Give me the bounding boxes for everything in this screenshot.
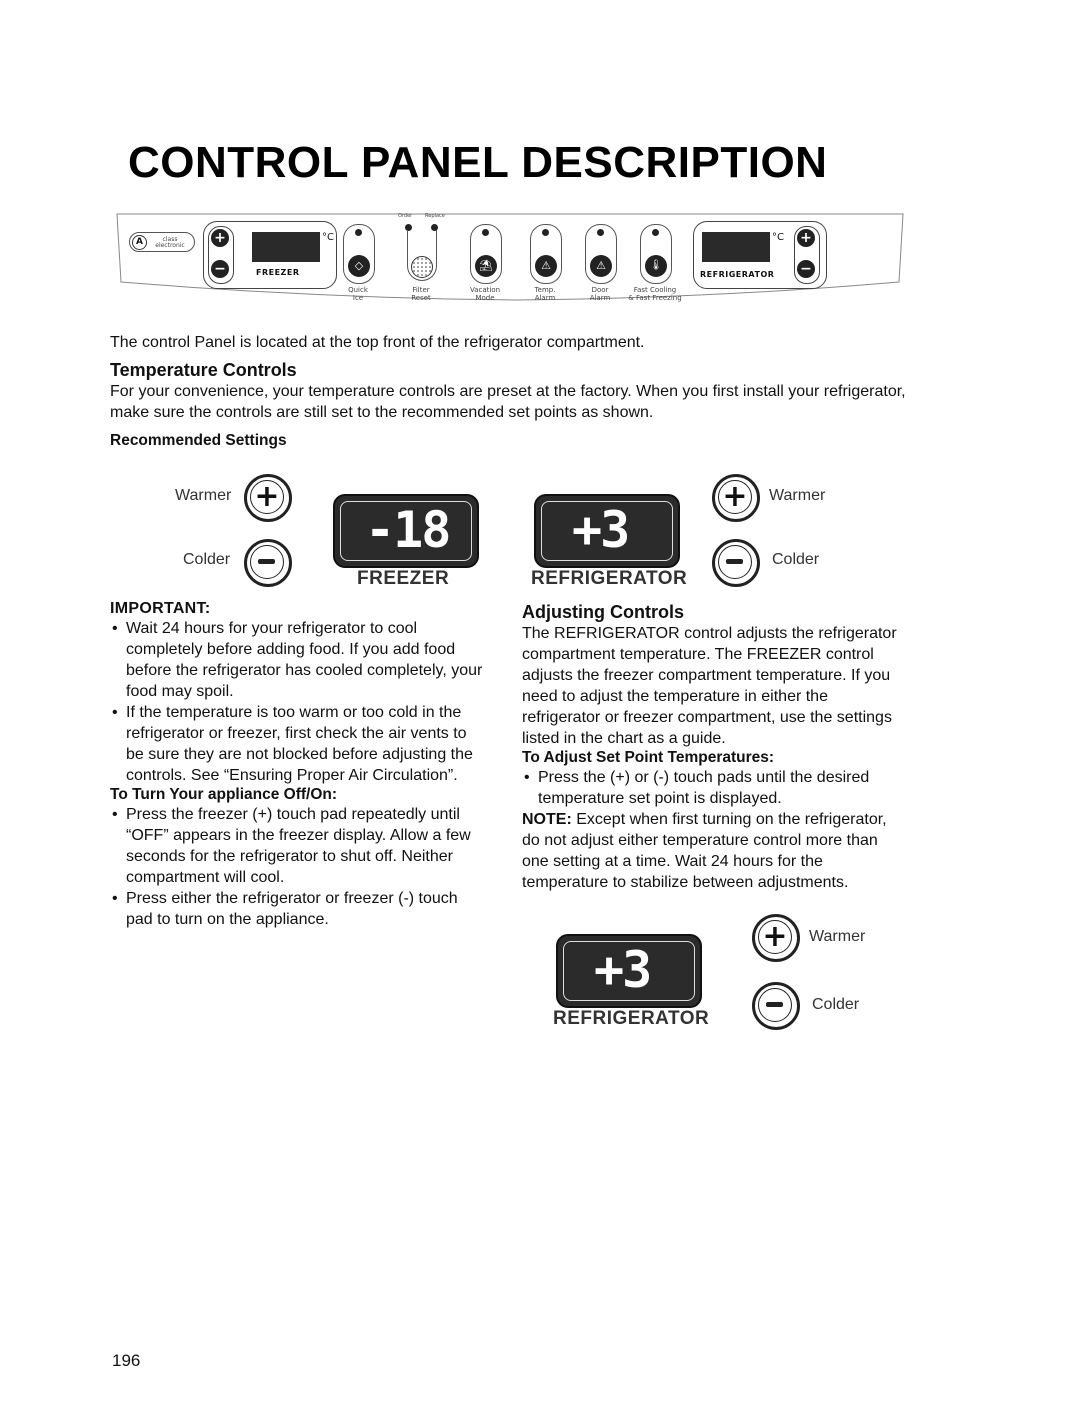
quick-ice-label: Quick Ice xyxy=(348,286,368,302)
ice-cube-icon: ◇ xyxy=(348,255,370,277)
brand-name: class electronic xyxy=(155,236,185,249)
refrigerator-example-warmer-button[interactable]: + xyxy=(752,914,800,962)
temperature-controls-text: For your convenience, your temperature c… xyxy=(110,383,906,421)
minus-icon xyxy=(250,545,284,579)
recommended-settings-heading: Recommended Settings xyxy=(110,432,287,449)
vacation-mode-label: Vacation Mode xyxy=(469,286,501,302)
refrigerator-display-label: REFRIGERATOR xyxy=(531,568,688,589)
note-text: Except when first turning on the refrige… xyxy=(522,811,887,891)
refrigerator-example-warmer-label: Warmer xyxy=(809,928,866,945)
warning-icon: ⚠ xyxy=(590,255,612,277)
freezer-temp-value: -18 xyxy=(365,501,451,559)
door-alarm-label: Door Alarm xyxy=(589,286,611,302)
freezer-minus-button[interactable]: − xyxy=(211,260,229,278)
adjusting-heading: Adjusting Controls xyxy=(522,602,684,622)
freezer-colder-button[interactable] xyxy=(244,539,292,587)
refrigerator-display-large: +3 xyxy=(534,494,680,568)
filter-reset-label: Filter Reset xyxy=(411,286,431,302)
freezer-colder-label: Colder xyxy=(183,551,231,568)
degree-unit: °C xyxy=(322,232,334,243)
fast-cooling-button[interactable]: 🌡 xyxy=(640,224,672,284)
adjusting-section: Adjusting Controls The REFRIGERATOR cont… xyxy=(522,602,902,893)
temp-alarm-label: Temp. Alarm xyxy=(534,286,556,302)
list-item: If the temperature is too warm or too co… xyxy=(110,702,488,786)
freezer-display-label: FREEZER xyxy=(357,568,450,589)
refrigerator-example-label: REFRIGERATOR xyxy=(553,1008,710,1029)
page-number: 196 xyxy=(112,1351,141,1370)
important-section: IMPORTANT: Wait 24 hours for your refrig… xyxy=(110,600,488,930)
refrigerator-warmer-label: Warmer xyxy=(769,487,826,504)
intro-text: The control Panel is located at the top … xyxy=(110,334,645,351)
refrigerator-colder-button[interactable] xyxy=(712,539,760,587)
set-point-heading: To Adjust Set Point Temperatures: xyxy=(522,749,775,766)
plus-icon: + xyxy=(718,480,752,514)
temp-alarm-button[interactable]: ⚠ xyxy=(530,224,562,284)
filter-reset-button[interactable] xyxy=(407,230,437,281)
freezer-module: + − °C FREEZER xyxy=(203,221,337,289)
refrigerator-temp-value: +3 xyxy=(572,501,630,559)
warning-icon: ⚠ xyxy=(535,255,557,277)
freezer-warmer-label: Warmer xyxy=(175,487,232,504)
refrigerator-example-display: +3 xyxy=(556,934,702,1008)
refrigerator-colder-label: Colder xyxy=(772,551,820,568)
refrigerator-example-value: +3 xyxy=(594,941,652,999)
off-on-list: Press the freezer (+) touch pad repeated… xyxy=(110,804,488,930)
door-alarm-button[interactable]: ⚠ xyxy=(585,224,617,284)
refrigerator-example-colder-button[interactable] xyxy=(752,982,800,1030)
refrigerator-warmer-button[interactable]: + xyxy=(712,474,760,522)
list-item: Press the (+) or (-) touch pads until th… xyxy=(522,767,902,809)
quick-ice-button[interactable]: ◇ xyxy=(343,224,375,284)
list-item: Press the freezer (+) touch pad repeated… xyxy=(110,804,488,888)
freezer-label: FREEZER xyxy=(256,268,300,277)
vacation-icon: ⛱ xyxy=(475,255,497,277)
adjusting-text: The REFRIGERATOR control adjusts the ref… xyxy=(522,625,897,747)
thermometer-icon: 🌡 xyxy=(645,255,667,277)
minus-icon xyxy=(718,545,752,579)
page-title: CONTROL PANEL DESCRIPTION xyxy=(128,138,828,187)
fast-cooling-label: Fast Cooling & Fast Freezing xyxy=(628,286,682,302)
control-panel-illustration: A class electronic + − °C FREEZER ◇ Quic… xyxy=(115,210,905,302)
refrigerator-display xyxy=(702,232,770,262)
plus-icon: + xyxy=(250,480,284,514)
list-item: Press either the refrigerator or freezer… xyxy=(110,888,488,930)
important-heading: IMPORTANT: xyxy=(110,600,211,617)
important-list: Wait 24 hours for your refrigerator to c… xyxy=(110,618,488,786)
refrigerator-minus-button[interactable]: − xyxy=(797,260,815,278)
note-paragraph: NOTE: Except when first turning on the r… xyxy=(522,809,902,893)
off-on-heading: To Turn Your appliance Off/On: xyxy=(110,786,338,803)
refrigerator-example-colder-label: Colder xyxy=(812,996,860,1013)
freezer-plus-button[interactable]: + xyxy=(211,229,229,247)
filter-icon xyxy=(411,256,433,278)
freezer-display-large: -18 xyxy=(333,494,479,568)
refrigerator-plus-button[interactable]: + xyxy=(797,229,815,247)
filter-order-label: Order xyxy=(398,213,413,219)
plus-icon: + xyxy=(758,920,792,954)
filter-replace-label: Replace xyxy=(425,213,445,219)
freezer-display xyxy=(252,232,320,262)
set-point-list: Press the (+) or (-) touch pads until th… xyxy=(522,767,902,809)
note-label: NOTE: xyxy=(522,811,572,828)
brand-badge: A class electronic xyxy=(129,232,195,252)
vacation-mode-button[interactable]: ⛱ xyxy=(470,224,502,284)
a-logo-icon: A xyxy=(132,235,147,250)
minus-icon xyxy=(758,988,792,1022)
degree-unit: °C xyxy=(772,232,784,243)
refrigerator-module: °C REFRIGERATOR + − xyxy=(693,221,827,289)
list-item: Wait 24 hours for your refrigerator to c… xyxy=(110,618,488,702)
refrigerator-label: REFRIGERATOR xyxy=(700,270,775,279)
temperature-controls-heading: Temperature Controls xyxy=(110,360,297,380)
freezer-warmer-button[interactable]: + xyxy=(244,474,292,522)
